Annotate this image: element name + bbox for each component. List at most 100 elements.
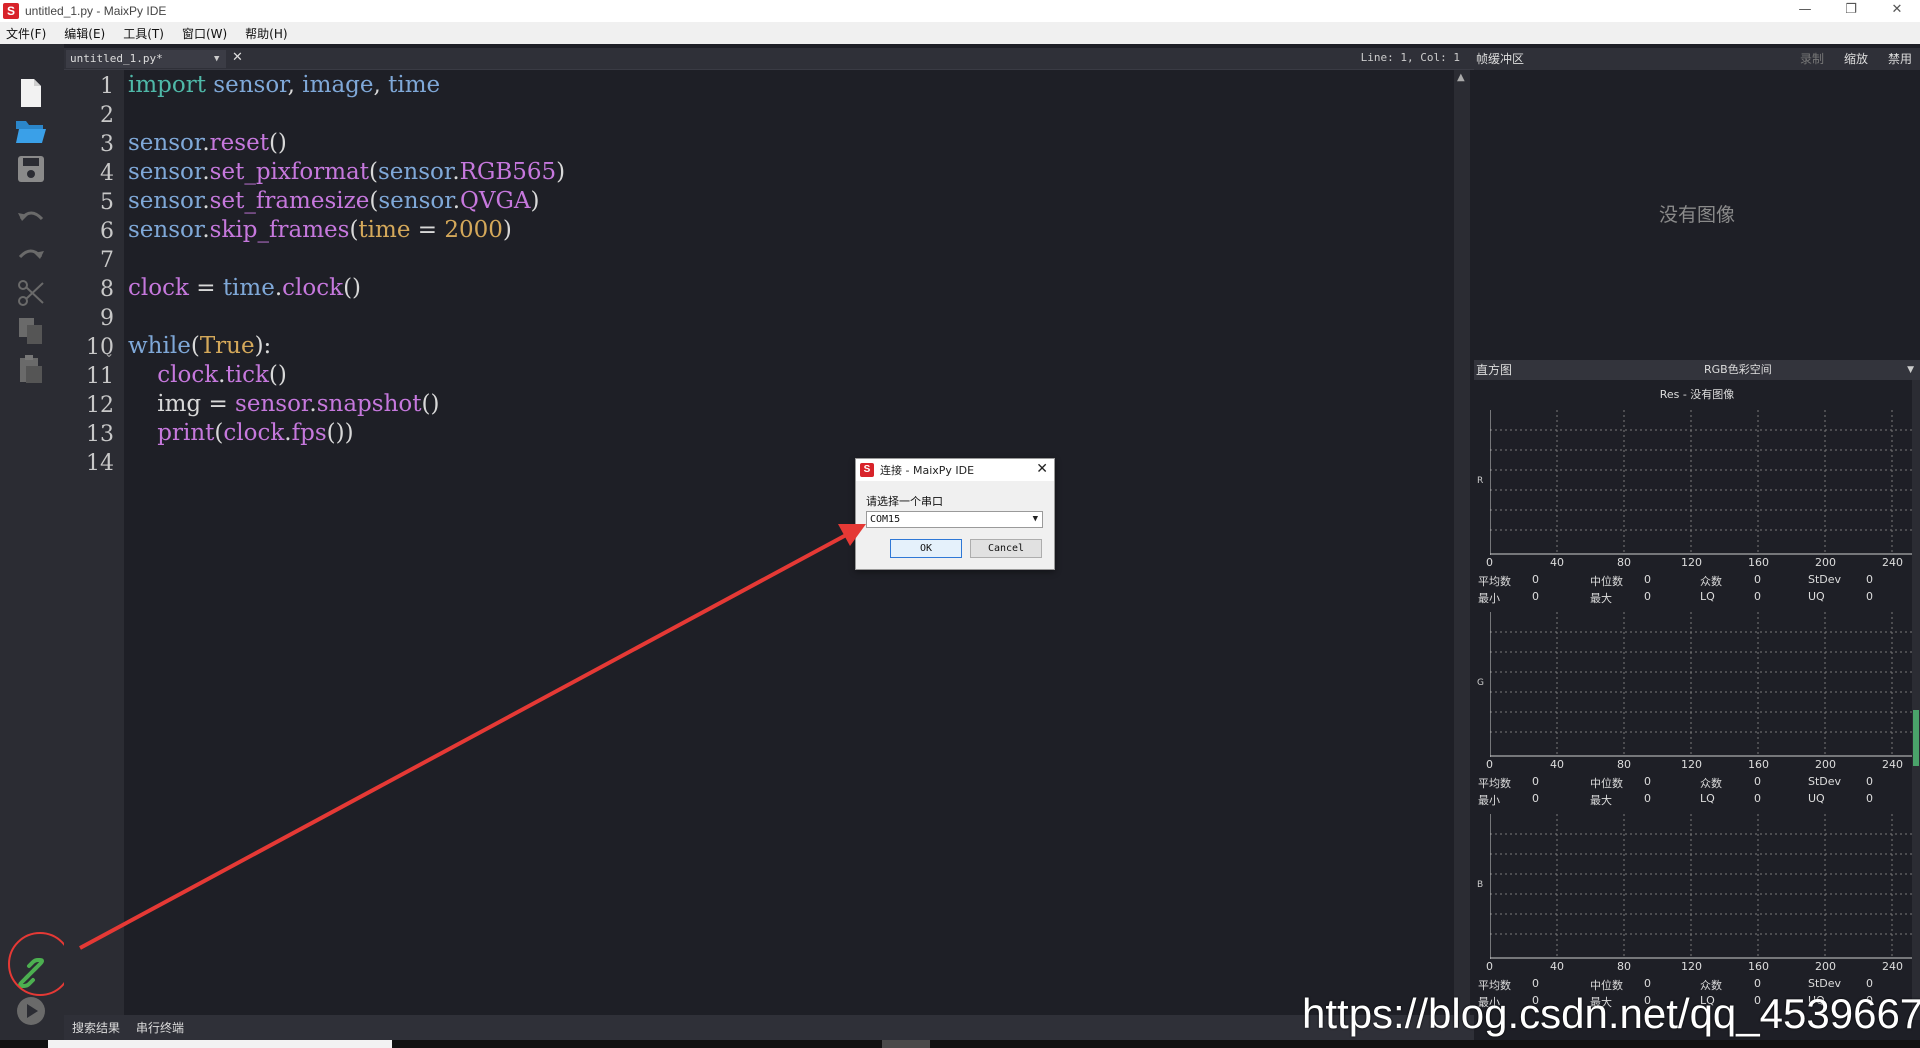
- left-toolbar: [0, 44, 64, 1040]
- menu-edit[interactable]: 编辑(E): [64, 25, 105, 42]
- restore-button[interactable]: ❐: [1828, 0, 1874, 22]
- x-tick: 80: [1617, 960, 1631, 973]
- stat-value: 0: [1754, 590, 1761, 603]
- stat-uq-label: UQ: [1808, 590, 1825, 603]
- stat-value: 0: [1754, 573, 1761, 586]
- serial-port-select[interactable]: COM15 ▼: [866, 511, 1043, 528]
- framebuffer-view: 没有图像: [1474, 70, 1920, 360]
- stat-value: 0: [1644, 977, 1651, 990]
- close-tab-icon[interactable]: ✕: [232, 50, 243, 65]
- x-tick: 240: [1882, 758, 1903, 771]
- tab-search-results[interactable]: 搜索结果: [72, 1019, 120, 1036]
- record-button[interactable]: 录制: [1800, 48, 1824, 70]
- stat-lq-label: LQ: [1700, 590, 1715, 603]
- menu-window[interactable]: 窗口(W): [182, 25, 227, 42]
- channel-label-r: R: [1477, 476, 1484, 486]
- tab-untitled-1[interactable]: untitled_1.py* ▼: [66, 50, 226, 68]
- connect-dialog: S 连接 - MaixPy IDE ✕ 请选择一个串口 COM15 ▼ OK C…: [855, 458, 1055, 570]
- code-line: sensor.skip_frames(time = 2000): [128, 217, 512, 243]
- code-editor[interactable]: import sensor, image, time sensor.reset(…: [124, 70, 1454, 1015]
- menu-tools[interactable]: 工具(T): [123, 25, 164, 42]
- minimize-button[interactable]: —: [1782, 0, 1828, 22]
- save-icon[interactable]: [14, 152, 48, 186]
- histogram-res-label: Res - 没有图像: [1659, 388, 1735, 401]
- stat-value: 0: [1866, 792, 1873, 805]
- scrollbar-thumb[interactable]: [1913, 710, 1919, 766]
- line-number: 4: [100, 161, 114, 186]
- run-icon[interactable]: [14, 994, 48, 1028]
- stat-value: 0: [1644, 590, 1651, 603]
- stat-uq-label: UQ: [1808, 792, 1825, 805]
- tab-serial-terminal[interactable]: 串行终端: [136, 1019, 184, 1036]
- connect-highlight-circle: [8, 932, 72, 996]
- line-number: 13: [86, 422, 114, 447]
- framebuffer-actions: 录制 缩放 禁用: [1800, 48, 1912, 70]
- menu-help[interactable]: 帮助(H): [245, 25, 287, 42]
- stat-value: 0: [1532, 977, 1539, 990]
- code-line: import sensor, image, time: [128, 72, 441, 98]
- chevron-down-icon[interactable]: ▼: [1033, 512, 1038, 527]
- window-controls: — ❐ ✕: [1782, 0, 1920, 22]
- stat-value: 0: [1754, 977, 1761, 990]
- menu-file[interactable]: 文件(F): [6, 25, 46, 42]
- select-port-label: 请选择一个串口: [866, 495, 943, 508]
- paste-icon[interactable]: [14, 352, 48, 386]
- stat-lq-label: LQ: [1700, 792, 1715, 805]
- code-line: clock.tick(): [157, 362, 287, 388]
- title-bar: S untitled_1.py - MaixPy IDE — ❐ ✕: [0, 0, 1920, 22]
- histogram-header: 直方图 RGB色彩空间 ▼: [1474, 360, 1920, 380]
- ok-button[interactable]: OK: [890, 539, 962, 558]
- stat-mode-label: 众数: [1700, 777, 1722, 790]
- stat-value: 0: [1532, 590, 1539, 603]
- x-tick: 40: [1550, 758, 1564, 771]
- fold-chevron-icon[interactable]: ⌄: [104, 346, 114, 360]
- line-number: 11: [86, 364, 114, 389]
- tab-dropdown-icon[interactable]: ▼: [214, 50, 219, 68]
- histogram-plot-g: [1490, 612, 1912, 757]
- stat-median-label: 中位数: [1590, 575, 1623, 588]
- stat-value: 0: [1866, 590, 1873, 603]
- code-line: print(clock.fps()): [157, 420, 354, 446]
- zoom-button[interactable]: 缩放: [1844, 48, 1868, 70]
- x-tick: 40: [1550, 960, 1564, 973]
- x-tick: 160: [1748, 960, 1769, 973]
- code-line: sensor.reset(): [128, 130, 287, 156]
- maixpy-ide-window: { "window": { "title": "untitled_1.py - …: [0, 0, 1920, 1048]
- disable-button[interactable]: 禁用: [1888, 48, 1912, 70]
- editor-tab-bar: untitled_1.py* ▼ ✕ Line: 1, Col: 1: [64, 48, 1474, 70]
- dialog-title-bar: S 连接 - MaixPy IDE ✕: [856, 459, 1054, 481]
- stat-value: 0: [1532, 792, 1539, 805]
- taskbar-item[interactable]: [882, 1040, 930, 1048]
- x-tick: 0: [1486, 758, 1493, 771]
- editor-scrollbar[interactable]: ▲: [1454, 70, 1470, 1015]
- x-tick: 0: [1486, 960, 1493, 973]
- new-file-icon[interactable]: [14, 76, 48, 110]
- x-tick: 240: [1882, 556, 1903, 569]
- cut-icon[interactable]: [14, 276, 48, 310]
- stat-mean-label: 平均数: [1478, 777, 1511, 790]
- copy-icon[interactable]: [14, 314, 48, 348]
- stat-stdev-label: StDev: [1808, 977, 1842, 990]
- stat-stdev-label: StDev: [1808, 775, 1842, 788]
- scroll-up-icon[interactable]: ▲: [1457, 72, 1465, 83]
- tab-label: untitled_1.py*: [70, 52, 163, 65]
- channel-label-g: G: [1477, 678, 1484, 688]
- dialog-close-icon[interactable]: ✕: [1036, 461, 1048, 477]
- colorspace-select[interactable]: RGB色彩空间: [1704, 360, 1772, 380]
- code-line: sensor.set_framesize(sensor.QVGA): [128, 188, 540, 214]
- undo-icon[interactable]: [14, 200, 48, 234]
- cancel-button[interactable]: Cancel: [970, 539, 1042, 558]
- taskbar-strip: [0, 1040, 1920, 1048]
- close-window-button[interactable]: ✕: [1874, 0, 1920, 22]
- x-tick: 200: [1815, 960, 1836, 973]
- code-line: img = sensor.snapshot(): [157, 391, 440, 417]
- histogram-scrollbar[interactable]: [1912, 380, 1920, 1020]
- line-number-gutter: 1 2 3 4 5 6 7 8 9 10 11 12 13 14 ⌄: [64, 70, 124, 1015]
- taskbar-item[interactable]: [48, 1040, 392, 1048]
- watermark-url: https://blog.csdn.net/qq_45396672: [1302, 990, 1920, 1037]
- redo-icon[interactable]: [14, 238, 48, 272]
- selected-port: COM15: [870, 514, 901, 525]
- open-folder-icon[interactable]: [14, 114, 48, 148]
- colorspace-dropdown-icon[interactable]: ▼: [1907, 360, 1914, 380]
- histogram-plot-r: [1490, 410, 1912, 555]
